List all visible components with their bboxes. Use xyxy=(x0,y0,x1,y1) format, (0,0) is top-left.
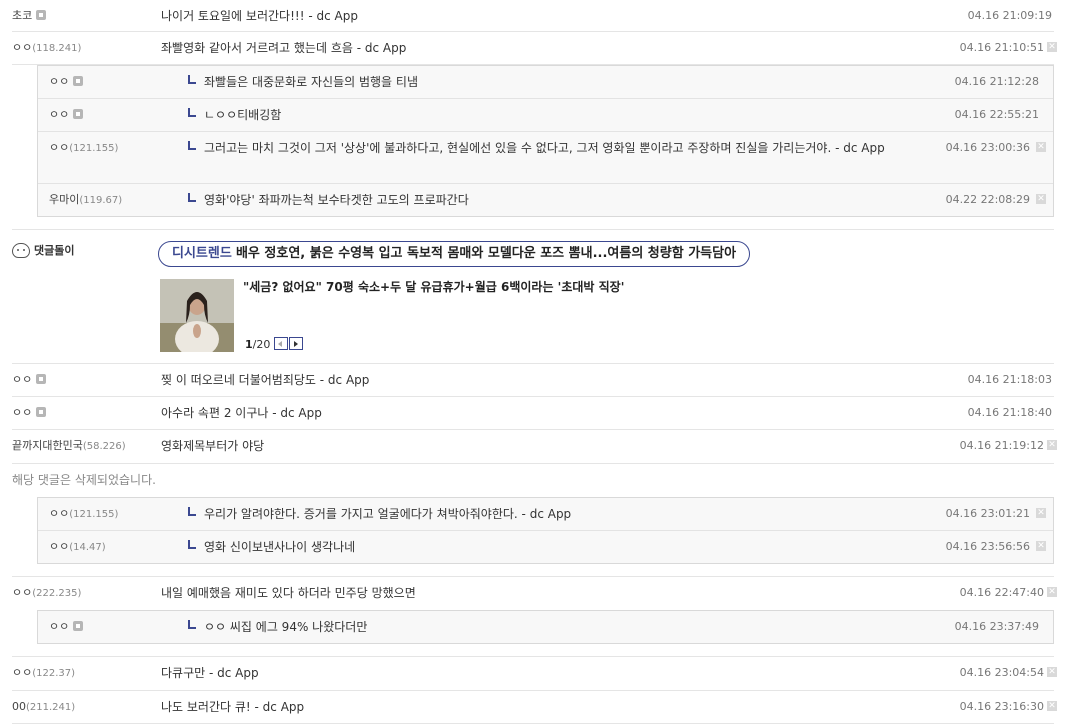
reply-nickname[interactable]: ㅇㅇ(14.47) xyxy=(49,531,106,564)
reply-box: ㅇㅇ(121.155) 우리가 알려야한다. 증거를 가지고 얼굴에다가 쳐박아… xyxy=(37,497,1054,564)
comment-nickname[interactable]: ㅇㅇ(122.37) xyxy=(12,657,75,690)
reply-date: 04.16 23:37:49 xyxy=(954,620,1039,633)
fixed-nick-icon xyxy=(36,407,47,417)
comment-nickname[interactable]: 초코 xyxy=(12,0,47,32)
comment-row: ㅇㅇ 찢 이 떠오르네 더불어범죄당도 - dc App 04.16 21:18… xyxy=(12,364,1054,397)
comment-text: 내일 예매했음 재미도 있다 하더라 민주당 망했으면 xyxy=(161,586,416,600)
comment-bot-ad: 댓글돌이 디시트렌드 배우 정호연, 붉은 수영복 입고 독보적 몸매와 모델다… xyxy=(12,229,1054,364)
reply-date: 04.22 22:08:29 xyxy=(945,193,1030,206)
deleted-comment-notice: 해당 댓글은 삭제되었습니다. xyxy=(12,473,156,487)
fixed-nick-icon xyxy=(73,109,84,119)
delete-icon[interactable]: ✕ xyxy=(1036,541,1046,551)
reply-arrow-icon xyxy=(188,108,196,117)
delete-icon[interactable]: ✕ xyxy=(1047,701,1057,711)
comment-row: 00(211.241) 나도 보러간다 큐! - dc App 04.16 23… xyxy=(12,691,1057,724)
reply-arrow-icon xyxy=(188,75,196,84)
trend-headline-link[interactable]: 디시트렌드 배우 정호연, 붉은 수영복 입고 독보적 몸매와 모델다운 포즈 … xyxy=(158,241,751,267)
reply-row: ㅇㅇ(14.47) 영화 신이보낸사나이 생각나네 04.16 23:56:56… xyxy=(38,531,1053,563)
comment-date: 04.16 21:09:19 xyxy=(967,9,1052,22)
comment-text: 찢 이 떠오르네 더불어범죄당도 - dc App xyxy=(161,373,370,387)
reply-text: 영화'야당' 좌파까는척 보수타겟한 고도의 프로파간다 xyxy=(188,184,469,216)
reply-text: 그러고는 마치 그것이 그저 '상상'에 불과하다고, 현실에선 있을 수 없다… xyxy=(188,138,893,158)
comment-row: ㅇㅇ(122.37) 다큐구만 - dc App 04.16 23:04:54 … xyxy=(12,657,1057,691)
reply-row: ㅇㅇ 좌빨들은 대중문화로 자신들의 범행을 티냄 04.16 21:12:28 xyxy=(38,66,1053,99)
reply-date: 04.16 23:00:36 xyxy=(945,141,1030,154)
reply-arrow-icon xyxy=(188,507,196,516)
news-headline-link[interactable]: "세금? 없어요" 70평 숙소+두 달 유급휴가+월급 6백이라는 '초대박 … xyxy=(243,278,624,295)
reply-nickname[interactable]: ㅇㅇ xyxy=(49,611,84,643)
reply-arrow-icon xyxy=(188,540,196,549)
reply-nickname[interactable]: 우마이(119.67) xyxy=(49,184,122,217)
comment-text: 나도 보러간다 큐! - dc App xyxy=(161,700,305,714)
comment-nickname[interactable]: ㅇㅇ xyxy=(12,364,47,396)
pager-count: 1/20 xyxy=(245,338,271,351)
comment-date: 04.16 22:47:40 xyxy=(959,586,1044,599)
comment-date: 04.16 21:18:03 xyxy=(967,373,1052,386)
reply-nickname[interactable]: ㅇㅇ xyxy=(49,66,84,98)
reply-box: ㅇㅇ 좌빨들은 대중문화로 자신들의 범행을 티냄 04.16 21:12:28… xyxy=(37,65,1054,217)
comment-text: 좌빨영화 같아서 거르려고 했는데 흐음 - dc App xyxy=(161,41,407,55)
reply-text: 영화 신이보낸사나이 생각나네 xyxy=(188,531,355,563)
comment-nickname[interactable]: ㅇㅇ(118.241) xyxy=(12,32,81,65)
comment-row: 초코 나이거 토요일에 보러간다!!! - dc App 04.16 21:09… xyxy=(12,0,1054,32)
reply-nickname[interactable]: ㅇㅇ(121.155) xyxy=(49,132,118,165)
reply-row: ㅇㅇ(121.155) 우리가 알려야한다. 증거를 가지고 얼굴에다가 쳐박아… xyxy=(38,498,1053,531)
comment-row: ㅇㅇ(118.241) 좌빨영화 같아서 거르려고 했는데 흐음 - dc Ap… xyxy=(12,32,1057,65)
fixed-nick-icon xyxy=(36,10,47,20)
reply-nickname[interactable]: ㅇㅇ xyxy=(49,99,84,131)
comment-text: 다큐구만 - dc App xyxy=(161,666,259,680)
delete-icon[interactable]: ✕ xyxy=(1036,508,1046,518)
reply-row: ㅇㅇ ㅇㅇ 씨집 에그 94% 나왔다더만 04.16 23:37:49 xyxy=(38,611,1053,643)
reply-box: ㅇㅇ ㅇㅇ 씨집 에그 94% 나왔다더만 04.16 23:37:49 xyxy=(37,610,1054,644)
reply-row: ㅇㅇ(121.155) 그러고는 마치 그것이 그저 '상상'에 불과하다고, … xyxy=(38,132,1053,184)
comment-date: 04.16 23:04:54 xyxy=(959,666,1044,679)
reply-row: 우마이(119.67) 영화'야당' 좌파까는척 보수타겟한 고도의 프로파간다… xyxy=(38,184,1053,216)
comment-nickname[interactable]: 00(211.241) xyxy=(12,691,75,724)
comment-bot-label: 댓글돌이 xyxy=(12,242,74,258)
delete-icon[interactable]: ✕ xyxy=(1047,587,1057,597)
delete-icon[interactable]: ✕ xyxy=(1036,142,1046,152)
reply-date: 04.16 23:01:21 xyxy=(945,507,1030,520)
comment-date: 04.16 21:10:51 xyxy=(959,41,1044,54)
delete-icon[interactable]: ✕ xyxy=(1047,440,1057,450)
reply-arrow-icon xyxy=(188,620,196,629)
comment-text: 아수라 속편 2 이구나 - dc App xyxy=(161,406,322,420)
comment-list: 초코 나이거 토요일에 보러간다!!! - dc App 04.16 21:09… xyxy=(12,0,1057,724)
comment-date: 04.16 23:16:30 xyxy=(959,700,1044,713)
comment-text: 나이거 토요일에 보러간다!!! - dc App xyxy=(161,9,358,23)
comment-text: 영화제목부터가 야당 xyxy=(161,439,265,453)
comment-date: 04.16 21:19:12 xyxy=(959,439,1044,452)
fixed-nick-icon xyxy=(36,374,47,384)
comment-nickname[interactable]: ㅇㅇ(222.235) xyxy=(12,577,81,610)
comment-date: 04.16 21:18:40 xyxy=(967,406,1052,419)
comment-row: ㅇㅇ(222.235) 내일 예매했음 재미도 있다 하더라 민주당 망했으면 … xyxy=(12,577,1057,610)
reply-nickname[interactable]: ㅇㅇ(121.155) xyxy=(49,498,118,531)
comment-nickname[interactable]: 끝까지대한민국(58.226) xyxy=(12,430,126,463)
fixed-nick-icon xyxy=(73,76,84,86)
comment-nickname[interactable]: ㅇㅇ xyxy=(12,397,47,429)
news-thumbnail[interactable] xyxy=(160,279,234,352)
delete-icon[interactable]: ✕ xyxy=(1047,42,1057,52)
reply-arrow-icon xyxy=(188,193,196,202)
delete-icon[interactable]: ✕ xyxy=(1047,667,1057,677)
prev-arrow-icon[interactable] xyxy=(274,337,288,350)
reply-date: 04.16 23:56:56 xyxy=(945,540,1030,553)
reply-text: ㄴㅇㅇ티배깅함 xyxy=(188,99,281,131)
reply-text: ㅇㅇ 씨집 에그 94% 나왔다더만 xyxy=(188,611,367,643)
bot-face-icon xyxy=(12,243,30,258)
reply-date: 04.16 21:12:28 xyxy=(954,75,1039,88)
reply-arrow-icon xyxy=(188,141,196,150)
reply-text: 좌빨들은 대중문화로 자신들의 범행을 티냄 xyxy=(188,66,418,98)
reply-date: 04.16 22:55:21 xyxy=(954,108,1039,121)
fixed-nick-icon xyxy=(73,621,84,631)
delete-icon[interactable]: ✕ xyxy=(1036,194,1046,204)
reply-text: 우리가 알려야한다. 증거를 가지고 얼굴에다가 쳐박아줘야한다. - dc A… xyxy=(188,498,571,530)
next-arrow-icon[interactable] xyxy=(289,337,303,350)
reply-row: ㅇㅇ ㄴㅇㅇ티배깅함 04.16 22:55:21 xyxy=(38,99,1053,132)
comment-row: 끝까지대한민국(58.226) 영화제목부터가 야당 04.16 21:19:1… xyxy=(12,430,1057,464)
comment-row: ㅇㅇ 아수라 속편 2 이구나 - dc App 04.16 21:18:40 xyxy=(12,397,1054,430)
